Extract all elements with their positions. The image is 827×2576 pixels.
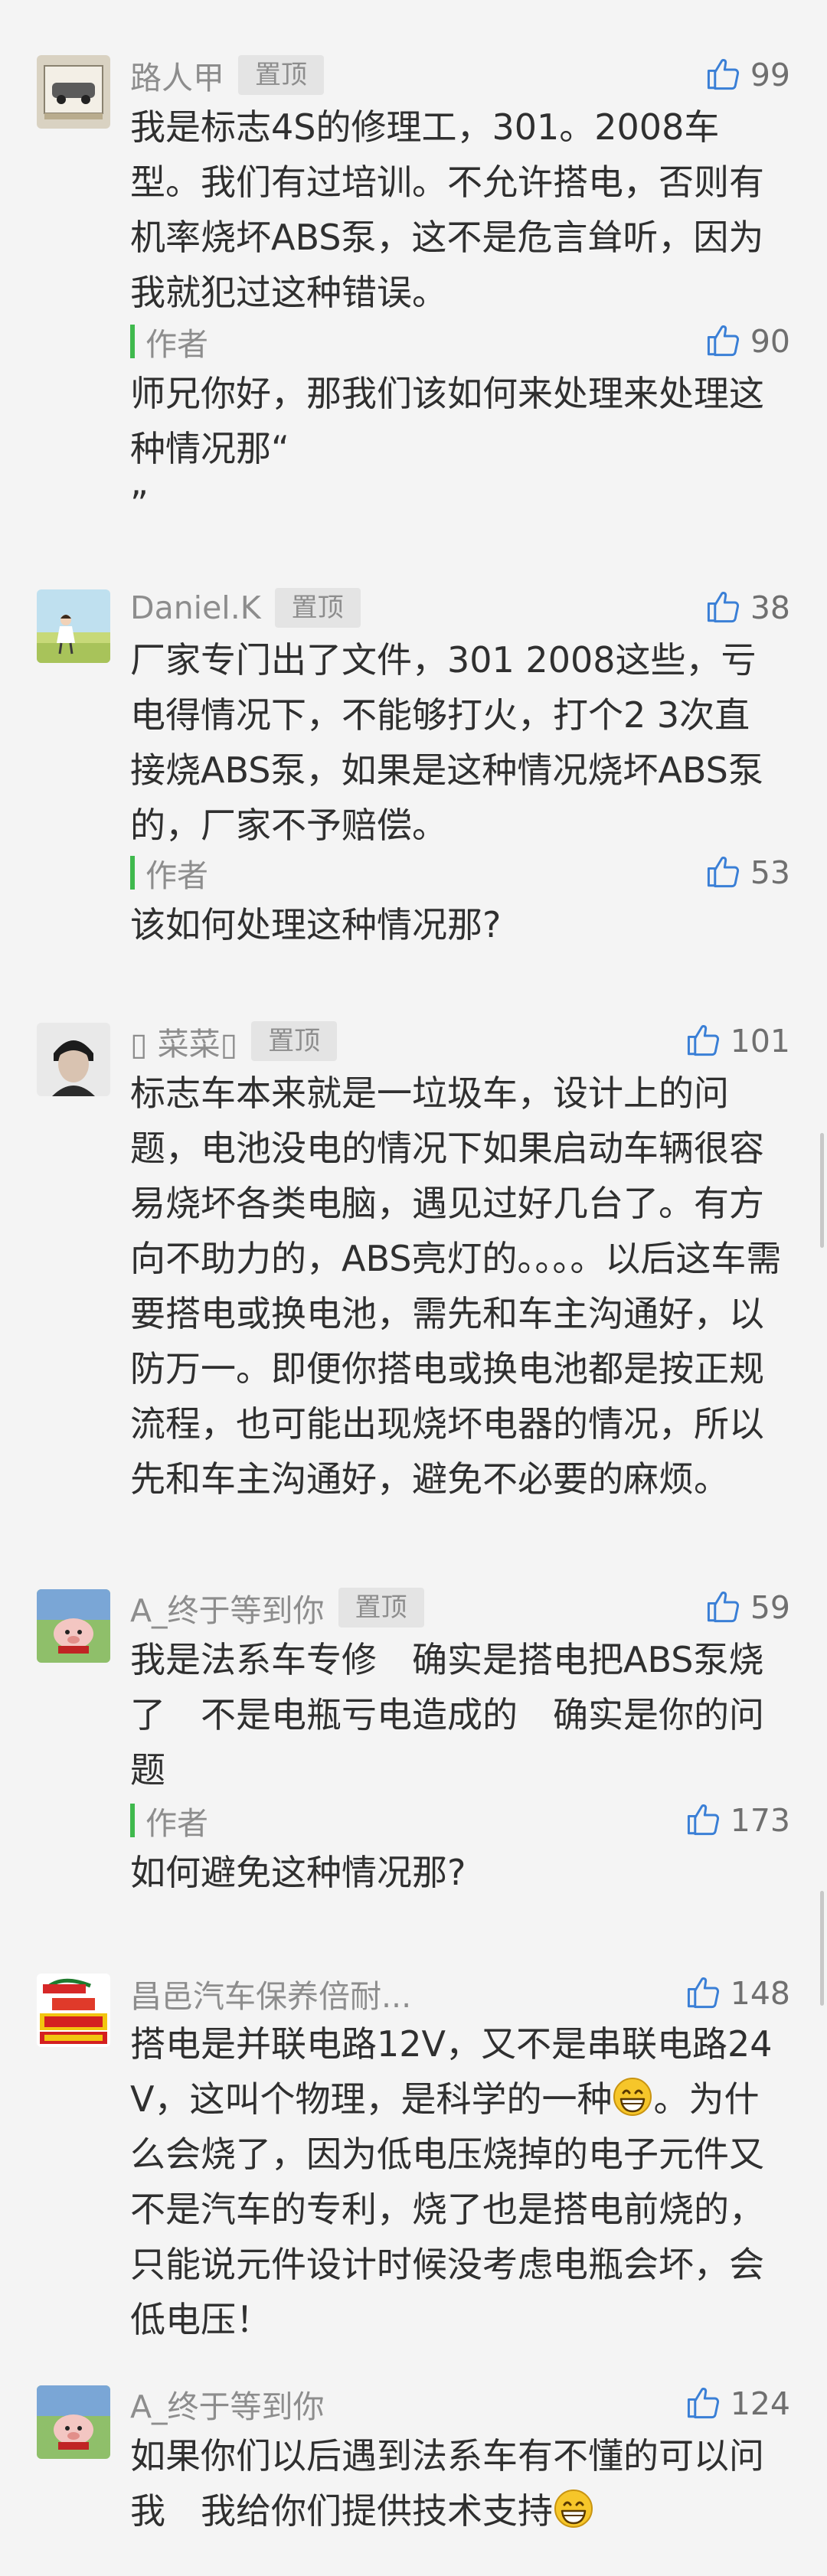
thumbs-up-icon: [687, 1977, 719, 2009]
username-row: ▯ 菜菜▯ 置顶: [130, 1018, 338, 1064]
like-button[interactable]: 148: [683, 1970, 790, 2016]
comment-text: 我是法系车专修 确实是搭电把ABS泵烧了 不是电瓶亏电造成的 确实是你的问题: [130, 1639, 764, 1791]
reply-author: 作者: [145, 857, 208, 894]
like-count: 99: [750, 57, 790, 93]
author-reply-label: 作者: [130, 320, 208, 363]
username[interactable]: A_终于等到你: [130, 2381, 325, 2427]
like-count: 148: [730, 1975, 790, 2012]
reply-like-button[interactable]: 173: [683, 1797, 790, 1843]
comment-text: 厂家专门出了文件，301 2008这些，亏电得情况下，不能够打火，打个2 3次直…: [130, 639, 763, 846]
username[interactable]: A_终于等到你: [130, 1585, 325, 1631]
reply-like-button[interactable]: 90: [703, 318, 790, 364]
reply-author: 作者: [145, 326, 208, 363]
like-count: 101: [730, 1023, 790, 1059]
like-count: 90: [750, 323, 790, 360]
like-button[interactable]: 101: [683, 1018, 790, 1064]
author-reply-label: 作者: [130, 851, 208, 894]
username-row: A_终于等到你 置顶: [130, 1585, 424, 1631]
avatar[interactable]: [37, 589, 110, 663]
avatar[interactable]: [37, 1589, 110, 1663]
comment-text-part: 如果你们以后遇到法系车有不懂的可以问我 我给你们提供技术支持: [130, 2435, 764, 2532]
thumbs-up-icon: [707, 59, 739, 90]
username[interactable]: Daniel.K: [130, 589, 261, 626]
avatar[interactable]: [37, 1974, 110, 2047]
reply-author: 作者: [145, 1805, 208, 1842]
grinning-face-icon: [554, 2489, 593, 2529]
avatar[interactable]: [37, 55, 110, 129]
avatar[interactable]: [37, 1023, 110, 1096]
like-count: 38: [750, 589, 790, 626]
thumbs-up-icon: [707, 592, 739, 623]
thumbs-up-icon: [687, 1804, 719, 1836]
reply-text: 如何避免这种情况那?: [130, 1852, 466, 1893]
scrollbar[interactable]: [820, 1891, 824, 2006]
grinning-face-icon: [613, 2077, 652, 2117]
thumbs-up-icon: [707, 1592, 739, 1623]
username[interactable]: 路人甲: [130, 52, 224, 98]
author-reply-label: 作者: [130, 1799, 208, 1842]
like-count: 124: [730, 2385, 790, 2422]
username-row: 路人甲 置顶: [130, 52, 324, 98]
thumbs-up-icon: [687, 1025, 719, 1056]
reply-text: 师兄你好，那我们该如何来处理来处理这种情况那“ ”: [130, 373, 764, 524]
pinned-badge: 置顶: [338, 1588, 424, 1628]
like-button[interactable]: 38: [703, 585, 790, 631]
comment-text: 标志车本来就是一垃圾车，设计上的问题，电池没电的情况下如果启动车辆很容易烧坏各类…: [130, 1073, 782, 1500]
username[interactable]: ▯ 菜菜▯: [130, 1018, 237, 1064]
reply-text: 该如何处理这种情况那?: [130, 904, 502, 945]
scrollbar[interactable]: [820, 1133, 824, 1248]
like-count: 53: [750, 854, 790, 891]
comment-text: 如果你们以后遇到法系车有不懂的可以问我 我给你们提供技术支持: [130, 2428, 785, 2538]
reply-accent-bar: [130, 325, 135, 358]
thumbs-up-icon: [687, 2388, 719, 2419]
comment-text: 我是标志4S的修理工，301。2008车型。我们有过培训。不允许搭电，否则有机率…: [130, 106, 764, 313]
username[interactable]: 昌邑汽车保养倍耐...: [130, 1970, 411, 2016]
thumbs-up-icon: [707, 857, 739, 888]
avatar[interactable]: [37, 2385, 110, 2459]
comment-text: 搭电是并联电路12V，又不是串联电路24V，这叫个物理，是科学的一种 。为什么会烧…: [130, 2016, 785, 2347]
reply-accent-bar: [130, 856, 135, 890]
like-button[interactable]: 59: [703, 1585, 790, 1631]
like-count: 173: [730, 1802, 790, 1839]
username-row: Daniel.K 置顶: [130, 585, 361, 631]
reply-like-button[interactable]: 53: [703, 850, 790, 896]
like-button[interactable]: 99: [703, 52, 790, 98]
thumbs-up-icon: [707, 325, 739, 357]
username-row: 昌邑汽车保养倍耐...: [130, 1970, 411, 2016]
like-count: 59: [750, 1589, 790, 1626]
pinned-badge: 置顶: [251, 1021, 338, 1061]
pinned-badge: 置顶: [274, 588, 361, 628]
reply-accent-bar: [130, 1804, 135, 1837]
username-row: A_终于等到你: [130, 2381, 325, 2427]
pinned-badge: 置顶: [238, 55, 324, 95]
like-button[interactable]: 124: [683, 2381, 790, 2427]
